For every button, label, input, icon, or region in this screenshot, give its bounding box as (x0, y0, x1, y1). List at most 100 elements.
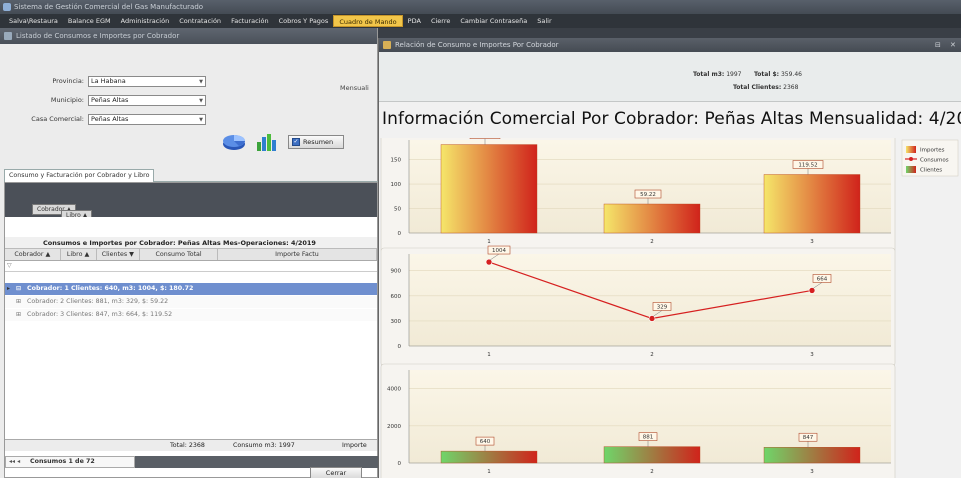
mensualidad-label: Mensuali (340, 84, 369, 92)
x-tick-label: 1 (487, 469, 491, 475)
chevron-down-icon: ▼ (199, 79, 203, 85)
menu-item-cuadro-de-mando[interactable]: Cuadro de Mando (333, 15, 403, 27)
column-header[interactable]: Importe Factu (218, 249, 377, 260)
data-label: 640 (480, 439, 491, 445)
bar-chart-icon[interactable] (255, 132, 279, 152)
menu-item-cambiar-contraseña[interactable]: Cambiar Contraseña (455, 15, 532, 27)
menu-item-pda[interactable]: PDA (403, 15, 426, 27)
consumos-grid: Cobrador ▲ Libro ▲ Consumos e Importes p… (4, 182, 379, 478)
total-clients-label: Total Clientes: (733, 84, 782, 91)
grid-group-row[interactable]: ⊞ Cobrador: 3 Clientes: 847, m3: 664, $: … (5, 309, 377, 321)
data-label: 119.52 (798, 162, 817, 168)
left-window-title: Listado de Consumos e Importes por Cobra… (16, 32, 180, 40)
data-label: 329 (657, 304, 668, 310)
collapse-icon[interactable]: ⊟ (16, 283, 21, 295)
chevron-down-icon: ▼ (199, 117, 203, 123)
total-m3: Total m3: 1997 (693, 71, 742, 78)
checkbox-icon: ✓ (292, 138, 300, 146)
grid-footer: Total: 2368 Consumo m3: 1997 Importe (5, 439, 377, 451)
x-tick-label: 2 (650, 239, 654, 245)
x-tick-label: 3 (810, 352, 814, 358)
row-indicator-icon: ▸ (7, 285, 11, 292)
left-window-titlebar: Listado de Consumos e Importes por Cobra… (0, 28, 377, 44)
resumen-checkbox-button[interactable]: ✓ Resumen (288, 135, 344, 149)
provincia-select[interactable]: La Habana ▼ (88, 76, 206, 87)
y-tick-label: 150 (391, 158, 402, 164)
y-tick-label: 0 (398, 231, 402, 237)
menu-item-cobros-y-pagos[interactable]: Cobros Y Pagos (274, 15, 334, 27)
menu-item-administración[interactable]: Administración (116, 15, 175, 27)
column-header[interactable]: Libro ▲ (61, 249, 97, 260)
total-money: Total $: 359.46 (754, 71, 802, 78)
navigator-label: Consumos 1 de 72 (30, 458, 95, 465)
restore-icon[interactable]: ⊟ (935, 38, 941, 52)
municipio-select[interactable]: Peñas Altas ▼ (88, 95, 206, 106)
menu-item-facturación[interactable]: Facturación (226, 15, 274, 27)
footer-importe: Importe (342, 442, 367, 449)
casa-comercial-select[interactable]: Peñas Altas ▼ (88, 114, 206, 125)
tab-consumo-facturacion[interactable]: Consumo y Facturación por Cobrador y Lib… (4, 169, 155, 182)
bar (603, 446, 701, 464)
legend-point-swatch (909, 157, 913, 161)
menu-bar: Salva\Restaura Balance EGM Administración C… (0, 14, 961, 28)
y-tick-label: 300 (391, 319, 402, 325)
menu-item-cierre[interactable]: Cierre (426, 15, 455, 27)
filter-icon[interactable]: ▽ (7, 262, 12, 269)
total-m3-value: 1997 (726, 71, 742, 78)
grid-caption: Consumos e Importes por Cobrador: Peñas … (5, 237, 377, 249)
grid-header: Cobrador ▲ Libro ▲ Clientes ▼ Consumo Total… (5, 249, 377, 261)
report-window-title: Relación de Consumo e Importes Por Cobra… (395, 41, 559, 49)
expand-icon[interactable]: ⊞ (16, 296, 21, 308)
column-header[interactable]: Consumo Total (140, 249, 218, 260)
total-clients-value: 2368 (783, 84, 799, 91)
chevron-down-icon: ▼ (199, 98, 203, 104)
menu-item-contratación[interactable]: Contratación (174, 15, 226, 27)
menu-item-salva-restaura[interactable]: Salva\Restaura (4, 15, 63, 27)
grid-group-row[interactable]: ▸ ⊟ Cobrador: 1 Clientes: 640, m3: 1004, $… (5, 283, 377, 295)
report-charts: 0 50 100 150 1 2 3 180.72 59.22 119.52 0 300 600 900 1… (380, 138, 959, 478)
y-tick-label: 900 (391, 269, 402, 275)
data-label: 881 (643, 435, 654, 441)
y-tick-label: 600 (391, 294, 402, 300)
menu-item-salir[interactable]: Salir (532, 15, 556, 27)
filter-row[interactable]: ▽ (5, 261, 377, 272)
x-tick-label: 3 (810, 239, 814, 245)
report-window: Relación de Consumo e Importes Por Cobra… (378, 38, 961, 478)
close-button[interactable]: Cerrar (310, 467, 362, 478)
menu-item-balance-egm[interactable]: Balance EGM (63, 15, 116, 27)
chart-plot-area (409, 254, 891, 346)
data-label: 664 (817, 276, 828, 282)
data-label: 847 (803, 435, 814, 441)
municipio-label: Municipio: (50, 96, 84, 104)
y-tick-label: 0 (398, 461, 402, 467)
line-point (808, 287, 816, 294)
bar (603, 203, 701, 234)
y-tick-label: 0 (398, 344, 402, 350)
column-header[interactable]: Cobrador ▲ (5, 249, 61, 260)
casa-comercial-label: Casa Comercial: (31, 115, 84, 123)
tab-strip: Consumo y Facturación por Cobrador y Lib… (4, 168, 378, 182)
line-point (648, 315, 656, 322)
app-title: Sistema de Gestión Comercial del Gas Man… (14, 3, 204, 11)
pie-chart-icon[interactable] (221, 132, 247, 152)
grid-row-text: Cobrador: 3 Clientes: 847, m3: 664, $: 1… (27, 311, 173, 318)
close-icon[interactable]: ✕ (950, 38, 956, 52)
grid-row-text: Cobrador: 2 Clientes: 881, m3: 329, $: 5… (27, 298, 169, 305)
y-tick-label: 4000 (387, 387, 401, 393)
provincia-label: Provincia: (52, 77, 84, 85)
window-icon (4, 32, 12, 40)
provincia-value: La Habana (91, 77, 126, 85)
x-tick-label: 3 (810, 469, 814, 475)
column-header[interactable]: Clientes ▼ (97, 249, 141, 260)
legend-swatch (906, 166, 916, 173)
expand-icon[interactable]: ⊞ (16, 309, 21, 321)
nav-first-prev-icon[interactable]: ◂◂ ◂ (9, 457, 20, 467)
bar (763, 447, 861, 464)
record-navigator[interactable]: ◂◂ ◂ Consumos 1 de 72 (5, 456, 135, 468)
grid-group-row[interactable]: ⊞ Cobrador: 2 Clientes: 881, m3: 329, $: … (5, 296, 377, 308)
municipio-value: Peñas Altas (91, 96, 129, 104)
x-tick-label: 1 (487, 352, 491, 358)
legend-swatch (906, 146, 916, 153)
data-label: 1004 (492, 248, 506, 254)
legend-label: Consumos (920, 158, 949, 164)
